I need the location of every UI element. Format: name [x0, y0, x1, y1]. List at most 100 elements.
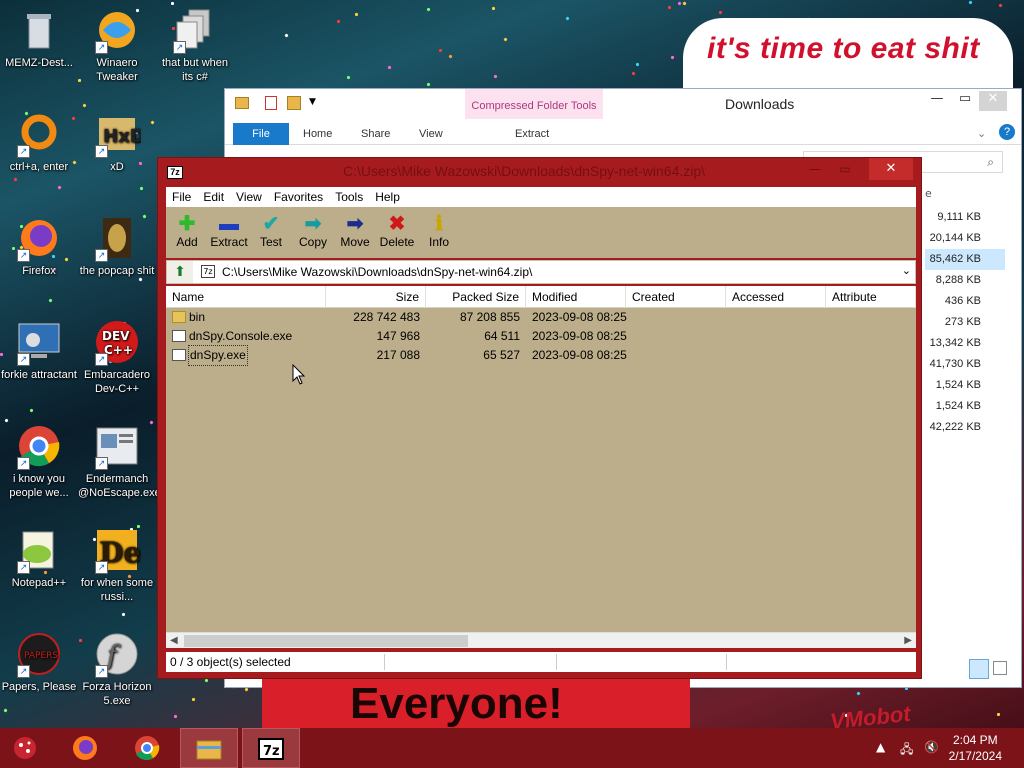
sevenzip-close-button[interactable]: ✕: [869, 158, 913, 180]
sevenzip-minimize-button[interactable]: —: [801, 158, 829, 180]
menu-tools[interactable]: Tools: [329, 187, 369, 207]
file-row[interactable]: dnSpy.Console.exe 147 968 64 511 2023-09-08…: [166, 327, 916, 346]
ribbon-expand-icon[interactable]: ⌄: [977, 123, 986, 145]
desktop-icon[interactable]: DEV C++ ↗ Embarcadero Dev-C++: [78, 318, 156, 396]
add-button[interactable]: ✚ Add: [166, 207, 208, 258]
explorer-close-button[interactable]: ✕: [979, 91, 1007, 111]
desktop-icon[interactable]: HxD ↗ xD: [78, 110, 156, 174]
taskbar-clock[interactable]: 2:04 PM 2/17/2024: [949, 732, 1002, 764]
column-header-packed-size[interactable]: Packed Size: [426, 286, 526, 308]
document-stack-icon: ↗: [171, 6, 219, 54]
desktop-icon[interactable]: ↗ i know you people we...: [0, 422, 78, 500]
ribbon-tab-home[interactable]: Home: [303, 123, 332, 145]
desktop-icon[interactable]: ↗ Firefox: [0, 214, 78, 278]
scroll-right-icon[interactable]: ▶: [904, 633, 912, 649]
sevenzip-window[interactable]: 7z C:\Users\Mike Wazowski\Downloads\dnSp…: [157, 157, 922, 679]
column-header-attribute[interactable]: Attribute: [826, 286, 916, 308]
delete-button[interactable]: ✖ Delete: [376, 207, 418, 258]
taskbar-chrome-button[interactable]: [118, 728, 176, 768]
properties-icon[interactable]: [265, 96, 277, 110]
ribbon-tab-extract[interactable]: Extract: [515, 123, 549, 145]
folder-icon: [235, 97, 249, 109]
flash-icon: f ↗: [93, 630, 141, 678]
explorer-size-cell: 273 KB: [944, 316, 981, 328]
file-list[interactable]: Name Size Packed Size Modified Created Access…: [166, 286, 916, 632]
desktop-icon[interactable]: ↗ forkie attractant: [0, 318, 78, 382]
ribbon-tab-view[interactable]: View: [419, 123, 443, 145]
new-folder-icon[interactable]: [287, 96, 301, 110]
desktop-icon[interactable]: ↗ Endermanch @NoEscape.exe: [78, 422, 161, 500]
file-modified: 2023-09-08 08:25: [532, 348, 627, 362]
large-icons-view-icon[interactable]: [993, 661, 1007, 675]
explorer-size-cell: 42,222 KB: [929, 421, 981, 433]
desktop-icon[interactable]: MEMZ-Dest...: [0, 6, 78, 70]
svg-text:C++: C++: [104, 343, 133, 357]
scrollbar-thumb[interactable]: [184, 635, 468, 647]
sevenzip-maximize-button[interactable]: ▭: [831, 158, 859, 180]
info-button[interactable]: ℹ Info: [418, 207, 460, 258]
desktop-icon[interactable]: ↗ the popcap shit: [78, 214, 156, 278]
qat-dropdown-icon[interactable]: ▼: [309, 97, 316, 107]
start-button[interactable]: [0, 728, 50, 768]
sevenzip-title: C:\Users\Mike Wazowski\Downloads\dnSpy-n…: [343, 163, 706, 179]
up-folder-icon[interactable]: ⬆: [167, 261, 193, 283]
column-header-modified[interactable]: Modified: [526, 286, 626, 308]
sevenzip-titlebar[interactable]: 7z C:\Users\Mike Wazowski\Downloads\dnSp…: [158, 158, 921, 186]
test-button[interactable]: ✔ Test: [250, 207, 292, 258]
desktop-icon[interactable]: f ↗ Forza Horizon 5.exe: [78, 630, 156, 708]
explorer-size-cell: 1,524 KB: [935, 400, 981, 412]
taskbar-firefox-button[interactable]: [56, 728, 114, 768]
ribbon-tab-file[interactable]: File: [233, 123, 289, 145]
column-header-size[interactable]: Size: [326, 286, 426, 308]
extract-button[interactable]: ▬ Extract: [208, 207, 250, 258]
explorer-title: Downloads: [725, 96, 795, 112]
desktop-icon[interactable]: PAPERS ↗ Papers, Please: [0, 630, 78, 694]
file-row[interactable]: dnSpy.exe 217 088 65 527 2023-09-08 08:25: [166, 345, 916, 366]
desktop-icon[interactable]: De ↗ for when some russi...: [78, 526, 156, 604]
address-bar[interactable]: ⬆ 7z C:\Users\Mike Wazowski\Downloads\dn…: [166, 260, 916, 284]
desktop-icon[interactable]: ↗ Notepad++: [0, 526, 78, 590]
help-icon[interactable]: ?: [999, 124, 1015, 140]
explorer-maximize-button[interactable]: ▭: [951, 91, 979, 111]
details-view-icon[interactable]: [969, 659, 989, 679]
compressed-folder-tools-tab[interactable]: Compressed Folder Tools: [465, 89, 603, 119]
clock-date: 2/17/2024: [948, 749, 1002, 763]
explorer-titlebar[interactable]: ▼ Compressed Folder Tools Downloads — ▭ …: [225, 89, 1021, 119]
add-icon: ✚: [178, 213, 196, 235]
test-icon: ✔: [262, 213, 280, 235]
column-header-created[interactable]: Created: [626, 286, 726, 308]
network-icon[interactable]: 🖧: [900, 740, 913, 761]
taskbar-sevenzip-button[interactable]: 7z: [242, 728, 300, 768]
desktop-icon-label: Papers, Please: [1, 681, 77, 693]
desktop-icon[interactable]: ↗ ctrl+a, enter: [0, 110, 78, 174]
exe-file-icon: [172, 330, 186, 342]
menu-file[interactable]: File: [166, 187, 197, 207]
copy-button[interactable]: ➡ Copy: [292, 207, 334, 258]
column-header-accessed[interactable]: Accessed: [726, 286, 826, 308]
delete-icon: ✖: [388, 213, 406, 235]
explorer-minimize-button[interactable]: —: [923, 91, 951, 111]
horizontal-scrollbar[interactable]: ◀ ▶: [166, 632, 916, 648]
volume-muted-icon[interactable]: 🔇: [924, 740, 939, 754]
banner-bottom: Everyone!: [262, 675, 690, 733]
file-row[interactable]: bin 228 742 483 87 208 855 2023-09-08 08:25: [166, 308, 916, 327]
menu-favorites[interactable]: Favorites: [268, 187, 329, 207]
tray-chevron-icon[interactable]: ▲: [876, 740, 885, 754]
menu-edit[interactable]: Edit: [197, 187, 230, 207]
address-dropdown-icon[interactable]: ⌄: [902, 264, 911, 277]
ribbon-tab-share[interactable]: Share: [361, 123, 390, 145]
desktop-icon[interactable]: ↗ Winaero Tweaker: [78, 6, 156, 84]
desktop-icon[interactable]: ↗ that but when its c#: [156, 6, 234, 84]
notepadpp-icon: ↗: [15, 526, 63, 574]
shortcut-arrow-icon: ↗: [17, 457, 30, 470]
menu-help[interactable]: Help: [369, 187, 406, 207]
taskbar-file-explorer-button[interactable]: [180, 728, 238, 768]
scroll-left-icon[interactable]: ◀: [170, 633, 178, 649]
address-path[interactable]: C:\Users\Mike Wazowski\Downloads\dnSpy-n…: [222, 265, 532, 279]
menu-view[interactable]: View: [230, 187, 268, 207]
shortcut-arrow-icon: ↗: [17, 561, 30, 574]
move-button[interactable]: ➡ Move: [334, 207, 376, 258]
papers-please-icon: PAPERS ↗: [15, 630, 63, 678]
column-header-name[interactable]: Name: [166, 286, 326, 308]
toolbar-label: Info: [428, 235, 449, 249]
